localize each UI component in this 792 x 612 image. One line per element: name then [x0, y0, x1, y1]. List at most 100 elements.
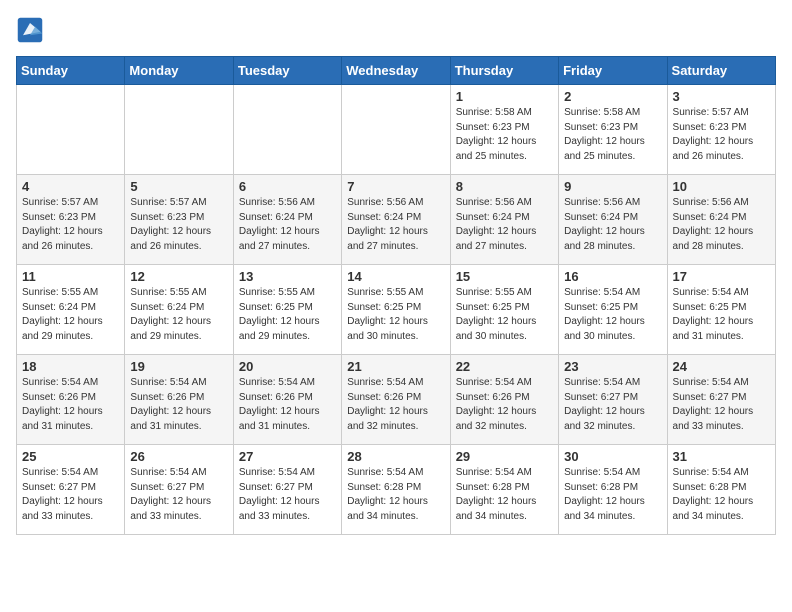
- calendar-cell: 14 Sunrise: 5:55 AM Sunset: 6:25 PM Dayli…: [342, 265, 450, 355]
- calendar-cell: 27 Sunrise: 5:54 AM Sunset: 6:27 PM Dayli…: [233, 445, 341, 535]
- day-info: Sunrise: 5:54 AM Sunset: 6:25 PM Dayligh…: [673, 286, 770, 344]
- day-info: Sunrise: 5:54 AM Sunset: 6:27 PM Dayligh…: [564, 376, 661, 434]
- calendar-cell: 26 Sunrise: 5:54 AM Sunset: 6:27 PM Dayli…: [125, 445, 233, 535]
- calendar-cell: 2 Sunrise: 5:58 AM Sunset: 6:23 PM Daylig…: [559, 85, 667, 175]
- day-info: Sunrise: 5:54 AM Sunset: 6:27 PM Dayligh…: [673, 376, 770, 434]
- weekday-header: Wednesday: [342, 57, 450, 85]
- day-number: 3: [673, 89, 770, 104]
- calendar-cell: 31 Sunrise: 5:54 AM Sunset: 6:28 PM Dayli…: [667, 445, 775, 535]
- calendar-cell: 20Sunrise: 5:54 AM Sunset: 6:26 PM Dayli…: [233, 355, 341, 445]
- calendar-cell: 3 Sunrise: 5:57 AM Sunset: 6:23 PM Daylig…: [667, 85, 775, 175]
- day-info: Sunrise: 5:55 AM Sunset: 6:25 PM Dayligh…: [347, 286, 444, 344]
- calendar-cell: 28 Sunrise: 5:54 AM Sunset: 6:28 PM Dayli…: [342, 445, 450, 535]
- day-info: Sunrise: 5:57 AM Sunset: 6:23 PM Dayligh…: [673, 106, 770, 164]
- weekday-header: Saturday: [667, 57, 775, 85]
- calendar-cell: 16 Sunrise: 5:54 AM Sunset: 6:25 PM Dayli…: [559, 265, 667, 355]
- day-info: Sunrise: 5:54 AM Sunset: 6:28 PM Dayligh…: [564, 466, 661, 524]
- calendar-cell: [233, 85, 341, 175]
- calendar-cell: 10 Sunrise: 5:56 AM Sunset: 6:24 PM Dayli…: [667, 175, 775, 265]
- day-number: 31: [673, 449, 770, 464]
- calendar-cell: 7 Sunrise: 5:56 AM Sunset: 6:24 PM Daylig…: [342, 175, 450, 265]
- calendar-cell: [342, 85, 450, 175]
- day-info: Sunrise: 5:56 AM Sunset: 6:24 PM Dayligh…: [456, 196, 553, 254]
- day-info: Sunrise: 5:56 AM Sunset: 6:24 PM Dayligh…: [347, 196, 444, 254]
- day-info: Sunrise: 5:57 AM Sunset: 6:23 PM Dayligh…: [130, 196, 227, 254]
- day-number: 11: [22, 269, 119, 284]
- day-info: Sunrise: 5:54 AM Sunset: 6:25 PM Dayligh…: [564, 286, 661, 344]
- day-number: 16: [564, 269, 661, 284]
- day-number: 6: [239, 179, 336, 194]
- day-number: 17: [673, 269, 770, 284]
- calendar-cell: 6 Sunrise: 5:56 AM Sunset: 6:24 PM Daylig…: [233, 175, 341, 265]
- day-number: 28: [347, 449, 444, 464]
- day-info: Sunrise: 5:54 AM Sunset: 6:26 PM Dayligh…: [456, 376, 553, 434]
- day-number: 7: [347, 179, 444, 194]
- day-number: 2: [564, 89, 661, 104]
- logo-icon: [16, 16, 44, 44]
- day-info: Sunrise: 5:54 AM Sunset: 6:27 PM Dayligh…: [22, 466, 119, 524]
- day-info: Sunrise: 5:54 AM Sunset: 6:28 PM Dayligh…: [673, 466, 770, 524]
- day-number: 9: [564, 179, 661, 194]
- day-number: 14: [347, 269, 444, 284]
- day-info: Sunrise: 5:56 AM Sunset: 6:24 PM Dayligh…: [564, 196, 661, 254]
- day-info: Sunrise: 5:55 AM Sunset: 6:24 PM Dayligh…: [130, 286, 227, 344]
- day-number: 27: [239, 449, 336, 464]
- day-info: Sunrise: 5:56 AM Sunset: 6:24 PM Dayligh…: [239, 196, 336, 254]
- day-number: 12: [130, 269, 227, 284]
- day-number: 24: [673, 359, 770, 374]
- day-info: Sunrise: 5:55 AM Sunset: 6:25 PM Dayligh…: [456, 286, 553, 344]
- calendar-cell: 29 Sunrise: 5:54 AM Sunset: 6:28 PM Dayli…: [450, 445, 558, 535]
- calendar-cell: 18 Sunrise: 5:54 AM Sunset: 6:26 PM Dayli…: [17, 355, 125, 445]
- day-number: 26: [130, 449, 227, 464]
- day-number: 30: [564, 449, 661, 464]
- calendar-cell: 1Sunrise: 5:58 AM Sunset: 6:23 PM Daylig…: [450, 85, 558, 175]
- calendar-cell: 24 Sunrise: 5:54 AM Sunset: 6:27 PM Dayli…: [667, 355, 775, 445]
- calendar-cell: [125, 85, 233, 175]
- day-info: Sunrise: 5:58 AM Sunset: 6:23 PM Dayligh…: [456, 106, 553, 164]
- calendar-cell: 17 Sunrise: 5:54 AM Sunset: 6:25 PM Dayli…: [667, 265, 775, 355]
- weekday-header: Monday: [125, 57, 233, 85]
- day-number: 10: [673, 179, 770, 194]
- weekday-header: Thursday: [450, 57, 558, 85]
- calendar-table: SundayMondayTuesdayWednesdayThursdayFrid…: [16, 56, 776, 535]
- calendar-cell: 9 Sunrise: 5:56 AM Sunset: 6:24 PM Daylig…: [559, 175, 667, 265]
- calendar-week-row: 1Sunrise: 5:58 AM Sunset: 6:23 PM Daylig…: [17, 85, 776, 175]
- day-info: Sunrise: 5:58 AM Sunset: 6:23 PM Dayligh…: [564, 106, 661, 164]
- day-info: Sunrise: 5:54 AM Sunset: 6:26 PM Dayligh…: [22, 376, 119, 434]
- day-info: Sunrise: 5:54 AM Sunset: 6:26 PM Dayligh…: [130, 376, 227, 434]
- calendar-cell: [17, 85, 125, 175]
- day-number: 5: [130, 179, 227, 194]
- calendar-cell: 5 Sunrise: 5:57 AM Sunset: 6:23 PM Daylig…: [125, 175, 233, 265]
- logo: [16, 16, 48, 44]
- weekday-header: Friday: [559, 57, 667, 85]
- day-number: 25: [22, 449, 119, 464]
- day-info: Sunrise: 5:54 AM Sunset: 6:27 PM Dayligh…: [130, 466, 227, 524]
- calendar-week-row: 25 Sunrise: 5:54 AM Sunset: 6:27 PM Dayli…: [17, 445, 776, 535]
- day-number: 19: [130, 359, 227, 374]
- day-number: 13: [239, 269, 336, 284]
- day-info: Sunrise: 5:56 AM Sunset: 6:24 PM Dayligh…: [673, 196, 770, 254]
- day-number: 18: [22, 359, 119, 374]
- day-number: 8: [456, 179, 553, 194]
- day-number: 29: [456, 449, 553, 464]
- day-info: Sunrise: 5:54 AM Sunset: 6:26 PM Dayligh…: [347, 376, 444, 434]
- weekday-header: Tuesday: [233, 57, 341, 85]
- calendar-week-row: 11 Sunrise: 5:55 AM Sunset: 6:24 PM Dayli…: [17, 265, 776, 355]
- day-info: Sunrise: 5:55 AM Sunset: 6:25 PM Dayligh…: [239, 286, 336, 344]
- calendar-cell: 22Sunrise: 5:54 AM Sunset: 6:26 PM Dayli…: [450, 355, 558, 445]
- day-info: Sunrise: 5:54 AM Sunset: 6:28 PM Dayligh…: [347, 466, 444, 524]
- calendar-cell: 8 Sunrise: 5:56 AM Sunset: 6:24 PM Daylig…: [450, 175, 558, 265]
- calendar-cell: 13 Sunrise: 5:55 AM Sunset: 6:25 PM Dayli…: [233, 265, 341, 355]
- day-number: 20: [239, 359, 336, 374]
- calendar-cell: 23 Sunrise: 5:54 AM Sunset: 6:27 PM Dayli…: [559, 355, 667, 445]
- calendar-cell: 11Sunrise: 5:55 AM Sunset: 6:24 PM Dayli…: [17, 265, 125, 355]
- calendar-cell: 21Sunrise: 5:54 AM Sunset: 6:26 PM Dayli…: [342, 355, 450, 445]
- day-info: Sunrise: 5:54 AM Sunset: 6:27 PM Dayligh…: [239, 466, 336, 524]
- page-header: [16, 16, 776, 44]
- day-number: 23: [564, 359, 661, 374]
- day-info: Sunrise: 5:54 AM Sunset: 6:28 PM Dayligh…: [456, 466, 553, 524]
- weekday-header: Sunday: [17, 57, 125, 85]
- day-number: 15: [456, 269, 553, 284]
- calendar-cell: 12 Sunrise: 5:55 AM Sunset: 6:24 PM Dayli…: [125, 265, 233, 355]
- calendar-cell: 15 Sunrise: 5:55 AM Sunset: 6:25 PM Dayli…: [450, 265, 558, 355]
